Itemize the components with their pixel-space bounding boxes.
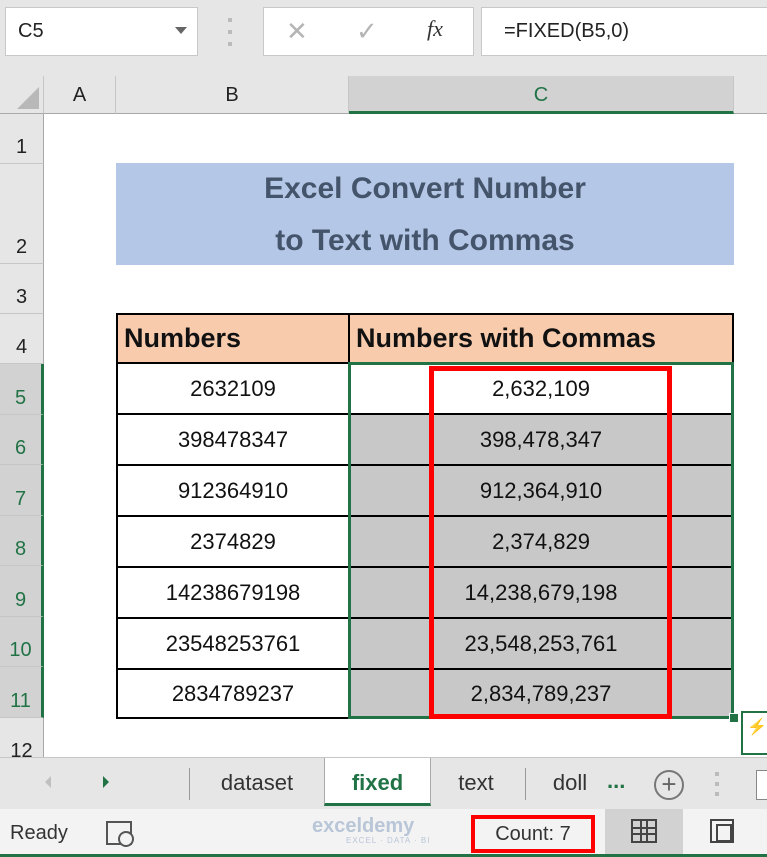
name-box-dropdown-icon[interactable] bbox=[175, 27, 187, 34]
formula-buttons: ✕ ✓ fx bbox=[263, 7, 474, 56]
quick-analysis-button[interactable]: ⚡ bbox=[741, 711, 767, 755]
cell-c5[interactable]: 2,632,109 bbox=[348, 362, 734, 415]
cell-b5[interactable]: 2632109 bbox=[116, 362, 350, 415]
cell-b10[interactable]: 23548253761 bbox=[116, 617, 350, 670]
add-sheet-icon[interactable]: + bbox=[654, 770, 684, 800]
formula-bar-resize-handle[interactable] bbox=[228, 18, 232, 46]
cancel-icon[interactable]: ✕ bbox=[286, 16, 308, 47]
name-box-value: C5 bbox=[18, 20, 44, 42]
tab-fixed[interactable]: fixed bbox=[324, 758, 431, 806]
row-header-11[interactable]: 11 bbox=[0, 667, 44, 718]
insert-function-icon[interactable]: fx bbox=[427, 16, 443, 42]
quick-analysis-icon: ⚡ bbox=[747, 719, 767, 736]
cell-b8[interactable]: 2374829 bbox=[116, 515, 350, 568]
scroll-tabs-right-icon[interactable] bbox=[103, 776, 109, 788]
row-header-12[interactable]: 12 bbox=[0, 718, 44, 762]
row-header-9[interactable]: 9 bbox=[0, 566, 44, 617]
grid-icon bbox=[631, 819, 657, 843]
row-header-6[interactable]: 6 bbox=[0, 415, 44, 465]
cell-c6[interactable]: 398,478,347 bbox=[348, 413, 734, 466]
more-sheets-button[interactable]: ... bbox=[607, 758, 625, 804]
status-ready: Ready bbox=[10, 822, 68, 844]
tab-text[interactable]: text bbox=[431, 758, 521, 806]
normal-view-button[interactable] bbox=[605, 809, 683, 854]
cell-b6[interactable]: 398478347 bbox=[116, 413, 350, 466]
cell-c7[interactable]: 912,364,910 bbox=[348, 464, 734, 517]
enter-icon[interactable]: ✓ bbox=[356, 16, 378, 47]
horizontal-scrollbar[interactable] bbox=[756, 770, 767, 800]
cell-c9[interactable]: 14,238,679,198 bbox=[348, 566, 734, 619]
column-header-a[interactable]: A bbox=[44, 76, 116, 114]
exceldemy-watermark: exceldemy EXCEL · DATA · BI bbox=[312, 815, 430, 845]
row-header-1[interactable]: 1 bbox=[0, 114, 44, 164]
select-all-button[interactable] bbox=[0, 76, 44, 114]
sheet-title[interactable]: Excel Convert Number to Text with Commas bbox=[116, 163, 734, 265]
row-header-7[interactable]: 7 bbox=[0, 465, 44, 516]
column-header-b[interactable]: B bbox=[116, 76, 349, 114]
status-bar: Ready exceldemy EXCEL · DATA · BI bbox=[0, 809, 767, 857]
sheet-tab-bar: dataset fixed text doll ... + bbox=[0, 757, 767, 809]
cell-b9[interactable]: 14238679198 bbox=[116, 566, 350, 619]
cell-c11[interactable]: 2,834,789,237 bbox=[348, 668, 734, 719]
watermark-subtext: EXCEL · DATA · BI bbox=[346, 836, 431, 845]
title-line-2: to Text with Commas bbox=[275, 224, 575, 257]
page-layout-icon[interactable] bbox=[710, 819, 734, 843]
row-header-2[interactable]: 2 bbox=[0, 164, 44, 264]
scroll-tabs-left-icon[interactable] bbox=[45, 776, 51, 788]
macro-recording-icon[interactable] bbox=[106, 821, 134, 847]
title-line-1: Excel Convert Number bbox=[264, 172, 586, 205]
cell-c10[interactable]: 23,548,253,761 bbox=[348, 617, 734, 670]
formula-text: =FIXED(B5,0) bbox=[504, 20, 630, 42]
fill-handle[interactable] bbox=[729, 713, 739, 723]
column-header-d[interactable] bbox=[734, 76, 767, 114]
tab-bar-splitter[interactable] bbox=[715, 772, 719, 796]
watermark-text: exceldemy bbox=[312, 815, 415, 837]
header-numbers-with-commas[interactable]: Numbers with Commas bbox=[348, 313, 734, 364]
header-numbers[interactable]: Numbers bbox=[116, 313, 350, 364]
row-header-8[interactable]: 8 bbox=[0, 516, 44, 566]
row-header-4[interactable]: 4 bbox=[0, 314, 44, 364]
row-header-3[interactable]: 3 bbox=[0, 264, 44, 314]
formula-input[interactable]: =FIXED(B5,0) bbox=[481, 7, 767, 56]
row-header-5[interactable]: 5 bbox=[0, 364, 44, 415]
status-count: Count: 7 bbox=[471, 815, 595, 853]
name-box[interactable]: C5 bbox=[5, 7, 198, 56]
cell-b7[interactable]: 912364910 bbox=[116, 464, 350, 517]
cell-c8[interactable]: 2,374,829 bbox=[348, 515, 734, 568]
tab-dataset[interactable]: dataset bbox=[190, 758, 324, 806]
cell-b11[interactable]: 2834789237 bbox=[116, 668, 350, 719]
column-header-c[interactable]: C bbox=[349, 76, 734, 114]
formula-bar: C5 ✕ ✓ fx =FIXED(B5,0) bbox=[0, 0, 767, 76]
tab-doll[interactable]: doll bbox=[540, 758, 600, 806]
row-header-10[interactable]: 10 bbox=[0, 617, 44, 667]
